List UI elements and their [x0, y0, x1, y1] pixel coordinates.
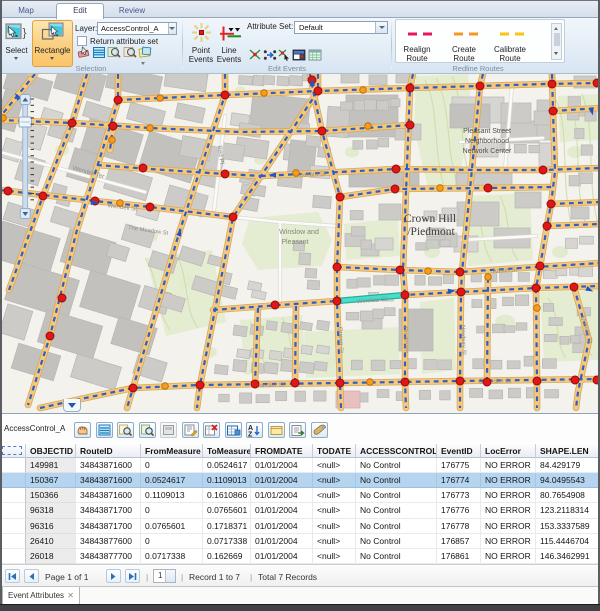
svg-text:Pleasant: Pleasant — [281, 239, 308, 246]
svg-text:Network Center: Network Center — [463, 148, 512, 155]
svg-text:Piedmont: Piedmont — [402, 327, 410, 354]
svg-text:Z: Z — [248, 432, 253, 438]
svg-text:Winslow and: Winslow and — [279, 229, 319, 236]
svg-text:Crown Hill: Crown Hill — [404, 213, 456, 225]
svg-text:}: } — [23, 26, 27, 40]
svg-text:Neighborhood: Neighborhood — [465, 138, 509, 145]
svg-text:Pleasant Street: Pleasant Street — [463, 128, 511, 135]
svg-text:/Piedmont: /Piedmont — [407, 226, 455, 238]
svg-text:Queen St: Queen St — [337, 327, 345, 354]
svg-text:Newbury St: Newbury St — [459, 325, 466, 356]
